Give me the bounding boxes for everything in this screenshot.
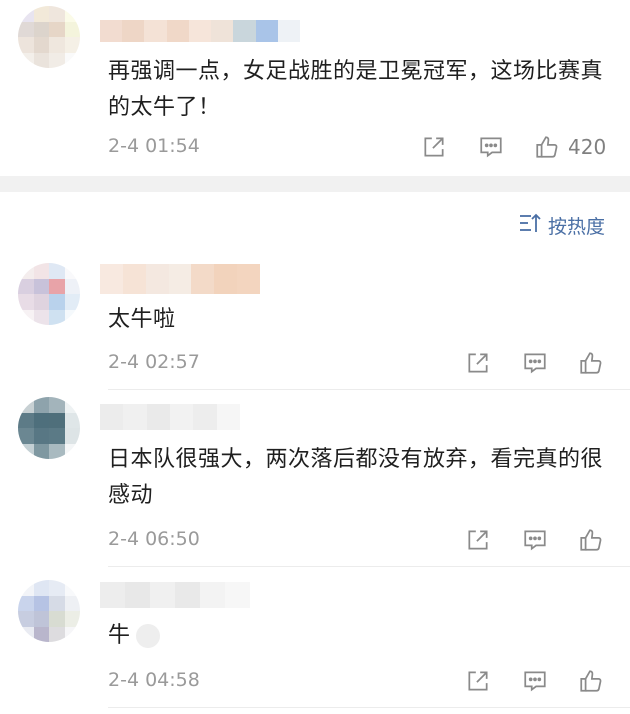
comment-time: 2-4 04:58 <box>108 669 200 691</box>
sort-icon <box>518 212 542 239</box>
comment-text: 牛 <box>108 623 131 648</box>
comment-text: 太牛啦 <box>108 307 176 332</box>
share-icon[interactable] <box>420 133 448 161</box>
comment-icon[interactable] <box>477 133 505 161</box>
username-blurred[interactable] <box>100 404 240 430</box>
comment-time: 2-4 02:57 <box>108 351 200 373</box>
comment-text: 日本队很强大，两次落后都没有放弃，看完真的很感动 <box>108 447 604 508</box>
divider <box>108 707 630 708</box>
username-blurred[interactable] <box>100 264 260 294</box>
thumbs-up-icon[interactable] <box>577 349 605 377</box>
comment-text: 再强调一点，女足战胜的是卫冕冠军，这场比赛真的太牛了！ <box>108 59 604 120</box>
section-separator <box>0 176 630 192</box>
sort-label: 按热度 <box>547 216 605 238</box>
share-icon[interactable] <box>464 667 492 695</box>
share-icon[interactable] <box>464 349 492 377</box>
thumbs-up-icon[interactable] <box>533 133 561 161</box>
blurred-emoji <box>136 624 160 648</box>
comment-icon[interactable] <box>521 667 549 695</box>
divider <box>108 566 630 567</box>
thumbs-up-icon[interactable] <box>577 526 605 554</box>
comment-time: 2-4 06:50 <box>108 528 200 550</box>
comment-icon[interactable] <box>521 526 549 554</box>
username-blurred[interactable] <box>100 582 250 608</box>
like-count: 420 <box>568 135 607 159</box>
thumbs-up-icon[interactable] <box>577 667 605 695</box>
avatar[interactable] <box>18 397 80 459</box>
sort-by-hot-button[interactable]: 按热度 <box>518 212 605 239</box>
comment-icon[interactable] <box>521 349 549 377</box>
avatar[interactable] <box>18 6 80 68</box>
avatar[interactable] <box>18 580 80 642</box>
username-blurred[interactable] <box>100 20 300 42</box>
share-icon[interactable] <box>464 526 492 554</box>
avatar[interactable] <box>18 263 80 325</box>
divider <box>108 389 630 390</box>
comment-time: 2-4 01:54 <box>108 135 200 157</box>
